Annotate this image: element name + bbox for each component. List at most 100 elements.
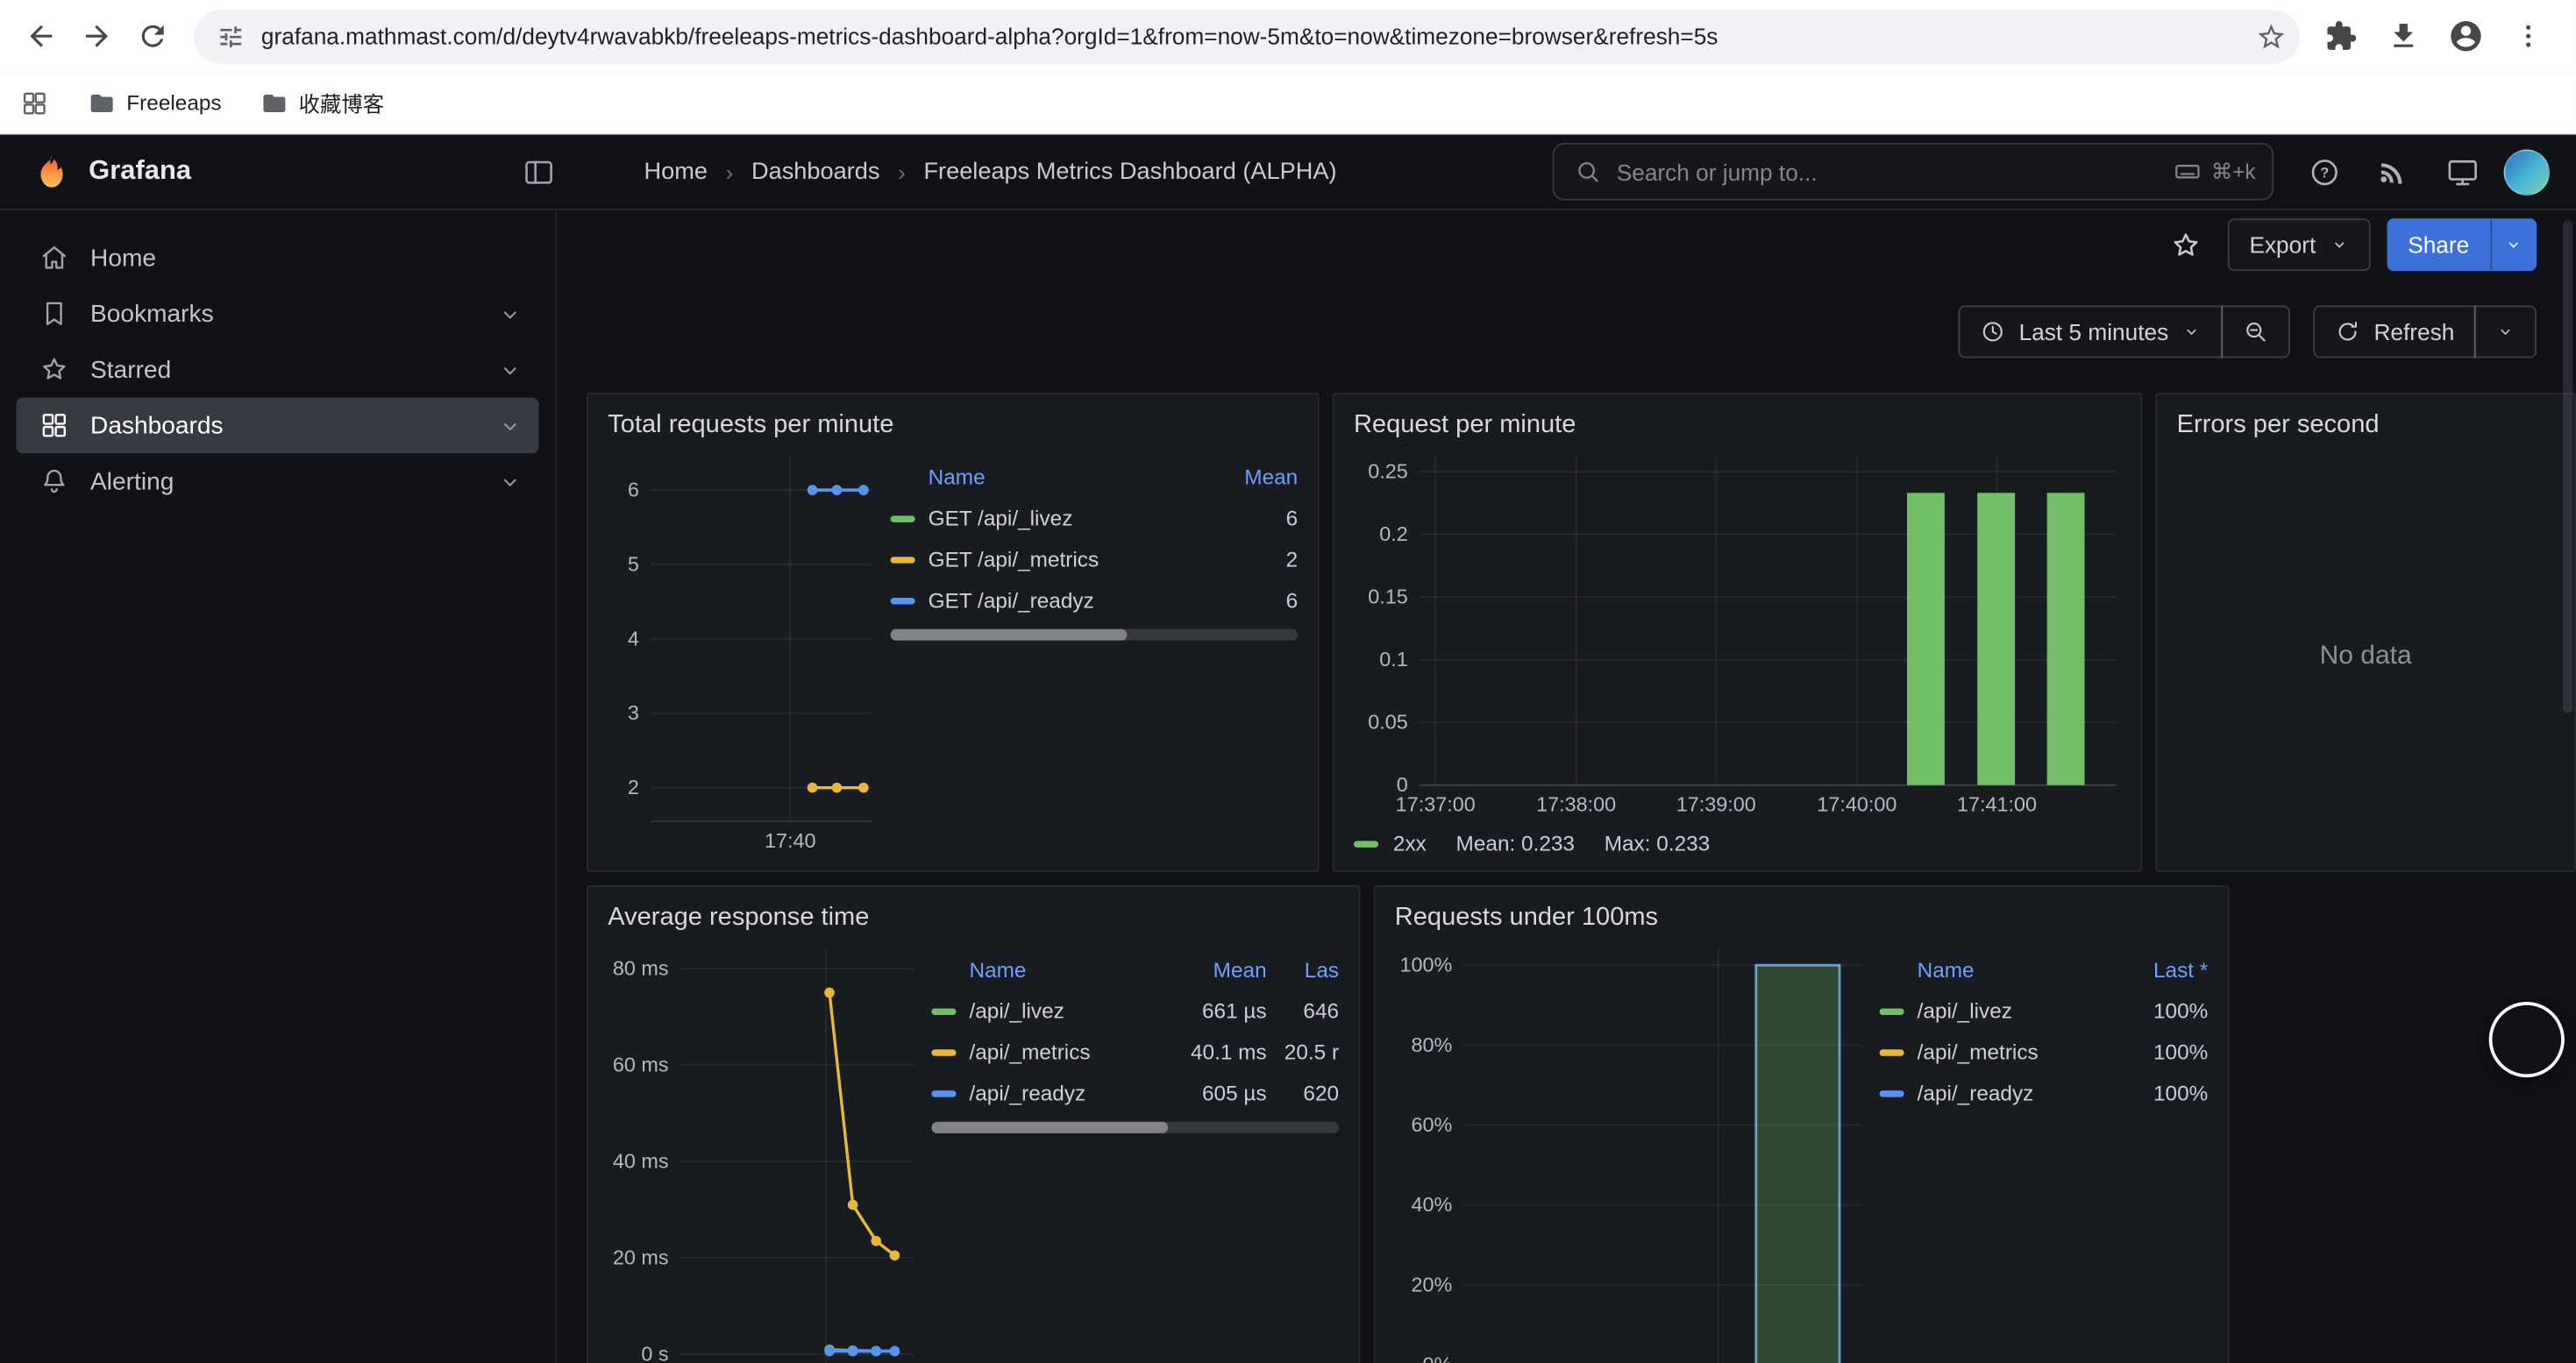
series-name[interactable]: 2xx [1393, 831, 1427, 855]
chevron-down-icon[interactable] [498, 302, 523, 326]
screen: grafana.mathmast.com/d/deytv4rwavabkb/fr… [0, 0, 2576, 1363]
svg-text:0.2: 0.2 [1379, 522, 1408, 545]
scrollbar-thumb[interactable] [891, 629, 1127, 641]
legend-col-name[interactable]: Name [891, 465, 1199, 489]
breadcrumb: Home › Dashboards › Freeleaps Metrics Da… [644, 159, 1336, 185]
legend-col-name[interactable]: Name [931, 957, 1161, 982]
legend-horizontal-scrollbar[interactable] [931, 1122, 1339, 1133]
series-last: 100% [2116, 1040, 2208, 1064]
user-avatar[interactable] [2504, 149, 2550, 195]
sidebar-item-alerting[interactable]: Alerting [17, 453, 539, 509]
zoom-out-icon [2243, 319, 2269, 345]
sidebar-item-home[interactable]: Home [17, 230, 539, 286]
panel-title[interactable]: Requests under 100ms [1395, 897, 2208, 940]
sidebar-item-starred[interactable]: Starred [17, 342, 539, 398]
back-icon[interactable] [13, 8, 69, 64]
chevron-down-icon[interactable] [498, 358, 523, 382]
apps-grid-icon[interactable] [19, 88, 49, 117]
grafana-logo[interactable] [32, 153, 70, 190]
news-rss-icon[interactable] [2366, 145, 2420, 199]
search-input[interactable]: Search or jump to... ⌘+k [1553, 143, 2274, 201]
legend-horizontal-scrollbar[interactable] [891, 629, 1299, 641]
sidebar-item-dashboards[interactable]: Dashboards [17, 397, 539, 453]
svg-text:20%: 20% [1412, 1273, 1453, 1296]
bookmark-folder-freeleaps[interactable]: Freeleaps [89, 89, 221, 116]
panel-title[interactable]: Average response time [608, 897, 1339, 940]
svg-text:4: 4 [628, 627, 639, 650]
svg-text:0.15: 0.15 [1368, 586, 1408, 608]
chevron-down-icon[interactable] [498, 413, 523, 437]
svg-text:40%: 40% [1412, 1193, 1453, 1216]
search-icon [1574, 158, 1602, 186]
share-button[interactable]: Share [2387, 218, 2491, 271]
zoom-out-button[interactable] [2221, 306, 2290, 358]
series-name: /api/_metrics [969, 1040, 1090, 1064]
address-bar[interactable]: grafana.mathmast.com/d/deytv4rwavabkb/fr… [194, 9, 2300, 63]
breadcrumb-dashboards[interactable]: Dashboards [751, 159, 880, 185]
refresh-icon [2334, 319, 2360, 345]
grafana-brand[interactable]: Grafana [89, 156, 191, 188]
sidebar-item-bookmarks[interactable]: Bookmarks [17, 286, 539, 342]
site-settings-icon[interactable] [217, 22, 245, 50]
share-menu-button[interactable] [2491, 218, 2537, 271]
sidebar-toggle-icon[interactable] [523, 155, 555, 188]
svg-text:80%: 80% [1412, 1033, 1453, 1056]
legend-col-mean[interactable]: Mean [1162, 957, 1267, 982]
chevron-down-icon [2504, 235, 2523, 254]
chart-request-per-minute[interactable]: 17:37:0017:38:0017:39:0017:40:0017:41:00… [1354, 447, 2121, 830]
time-range-picker[interactable]: Last 5 minutes [1958, 306, 2223, 358]
sidebar-item-label: Alerting [90, 467, 174, 495]
profile-icon[interactable] [2438, 8, 2494, 64]
legend-table: Name Last * /api/_livez 100% /api/_metri… [1880, 940, 2209, 1363]
downloads-icon[interactable] [2375, 8, 2431, 64]
favorite-star-icon[interactable] [2159, 218, 2211, 271]
refresh-interval-button[interactable] [2474, 306, 2537, 358]
panel-total-requests-per-minute: Total requests per minute 17:4065432 Nam… [587, 393, 1320, 872]
series-swatch [1354, 840, 1378, 846]
search-shortcut: ⌘+k [2174, 158, 2256, 186]
series-last: 100% [2116, 998, 2208, 1023]
browser-menu-icon[interactable] [2501, 8, 2557, 64]
legend-row: GET /api/_readyz 6 [891, 579, 1299, 621]
url-text[interactable]: grafana.mathmast.com/d/deytv4rwavabkb/fr… [261, 23, 2256, 49]
series-name: /api/_livez [1918, 998, 2012, 1023]
display-kiosk-icon[interactable] [2435, 145, 2489, 199]
scrollbar-thumb[interactable] [931, 1122, 1167, 1133]
panel-title[interactable]: Total requests per minute [608, 404, 1298, 447]
chart-total-requests[interactable]: 17:4065432 [608, 447, 877, 857]
panel-title[interactable]: Request per minute [1354, 404, 2121, 447]
legend-col-mean[interactable]: Mean [1199, 465, 1298, 489]
chart-requests-under-100ms[interactable]: 17:40100%80%60%40%20%0% [1395, 940, 1867, 1363]
export-button[interactable]: Export [2228, 218, 2370, 271]
breadcrumb-home[interactable]: Home [644, 159, 707, 185]
refresh-button[interactable]: Refresh [2313, 306, 2476, 358]
legend-row: /api/_metrics 100% [1880, 1032, 2209, 1073]
series-last: 620 [1267, 1081, 1339, 1105]
legend-row: /api/_livez 100% [1880, 990, 2209, 1032]
dashboard-actions: Export Share [557, 210, 2576, 280]
series-swatch [1880, 1008, 1904, 1014]
legend-row: GET /api/_metrics 2 [891, 539, 1299, 580]
chevron-down-icon[interactable] [498, 469, 523, 493]
series-mean: 6 [1199, 506, 1298, 530]
bookmark-star-icon[interactable] [2256, 20, 2288, 52]
legend-col-last[interactable]: Las [1267, 957, 1339, 982]
vertical-scrollbar[interactable] [2563, 220, 2572, 713]
forward-icon[interactable] [69, 8, 125, 64]
svg-text:17:41:00: 17:41:00 [1957, 793, 2037, 816]
panel-title[interactable]: Errors per second [2177, 404, 2555, 447]
bookmark-folder-blogs[interactable]: 收藏博客 [261, 87, 385, 118]
extensions-icon[interactable] [2313, 8, 2369, 64]
assistant-avatar[interactable] [2489, 1002, 2565, 1077]
series-swatch [1880, 1090, 1904, 1096]
chart-average-response-time[interactable]: 17:4080 ms60 ms40 ms20 ms0 s [608, 940, 918, 1363]
legend-col-last[interactable]: Last * [2116, 957, 2208, 982]
help-icon[interactable]: ? [2296, 145, 2351, 199]
svg-text:20 ms: 20 ms [613, 1246, 669, 1268]
reload-icon[interactable] [125, 8, 181, 64]
series-name: GET /api/_livez [929, 506, 1073, 530]
sidebar-item-label: Starred [90, 356, 171, 384]
legend-col-name[interactable]: Name [1880, 957, 2117, 982]
svg-text:6: 6 [628, 479, 639, 501]
legend-row: /api/_readyz 100% [1880, 1073, 2209, 1114]
